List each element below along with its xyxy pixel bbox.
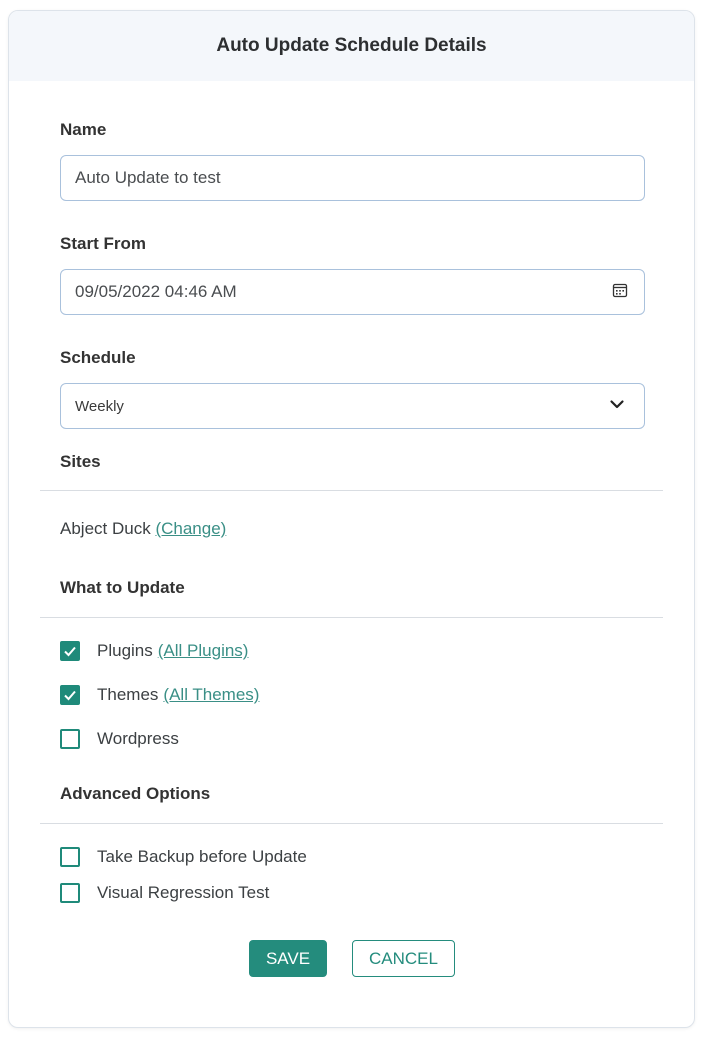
schedule-selected-value: Weekly <box>75 397 124 415</box>
save-button[interactable]: SAVE <box>249 940 327 977</box>
advanced-options-divider <box>40 823 663 824</box>
take-backup-row: Take Backup before Update <box>60 847 307 867</box>
start-from-datetime-input[interactable]: 09/05/2022 04:46 AM <box>60 269 645 315</box>
what-to-update-heading: What to Update <box>60 578 185 597</box>
chevron-down-icon <box>608 395 630 418</box>
advanced-options-heading: Advanced Options <box>60 784 211 803</box>
visual-regression-checkbox[interactable] <box>60 883 80 903</box>
name-input-value: Auto Update to test <box>75 168 221 187</box>
calendar-icon[interactable] <box>612 282 630 303</box>
plugins-checkbox[interactable] <box>60 641 80 661</box>
dialog-title: Auto Update Schedule Details <box>216 35 487 56</box>
check-icon <box>64 690 76 701</box>
change-site-link[interactable]: (Change) <box>155 519 226 538</box>
themes-label: Themes <box>97 685 159 704</box>
what-to-update-divider <box>40 617 663 618</box>
update-plugins-row: Plugins (All Plugins) <box>60 641 248 661</box>
visual-regression-label: Visual Regression Test <box>97 883 270 902</box>
take-backup-label: Take Backup before Update <box>97 847 307 866</box>
schedule-select[interactable]: Weekly <box>60 383 645 429</box>
all-plugins-link[interactable]: (All Plugins) <box>158 641 249 661</box>
start-from-label: Start From <box>60 234 146 253</box>
site-name: Abject Duck <box>60 519 151 538</box>
visual-regression-row: Visual Regression Test <box>60 883 269 903</box>
wordpress-label: Wordpress <box>97 729 179 748</box>
schedule-details-card: Auto Update Schedule Details Name Auto U… <box>8 10 695 1028</box>
name-input[interactable]: Auto Update to test <box>60 155 645 201</box>
plugins-label: Plugins <box>97 641 153 660</box>
wordpress-checkbox[interactable] <box>60 729 80 749</box>
update-themes-row: Themes (All Themes) <box>60 685 259 705</box>
selected-site: Abject Duck (Change) <box>60 519 226 539</box>
sites-heading: Sites <box>60 452 101 471</box>
start-from-value: 09/05/2022 04:46 AM <box>75 282 237 301</box>
themes-checkbox[interactable] <box>60 685 80 705</box>
take-backup-checkbox[interactable] <box>60 847 80 867</box>
update-wordpress-row: Wordpress <box>60 729 179 749</box>
all-themes-link[interactable]: (All Themes) <box>163 685 259 705</box>
schedule-label: Schedule <box>60 348 136 367</box>
cancel-button[interactable]: CANCEL <box>352 940 455 977</box>
check-icon <box>64 646 76 657</box>
sites-divider <box>40 490 663 491</box>
name-label: Name <box>60 120 107 139</box>
card-header: Auto Update Schedule Details <box>9 11 694 81</box>
